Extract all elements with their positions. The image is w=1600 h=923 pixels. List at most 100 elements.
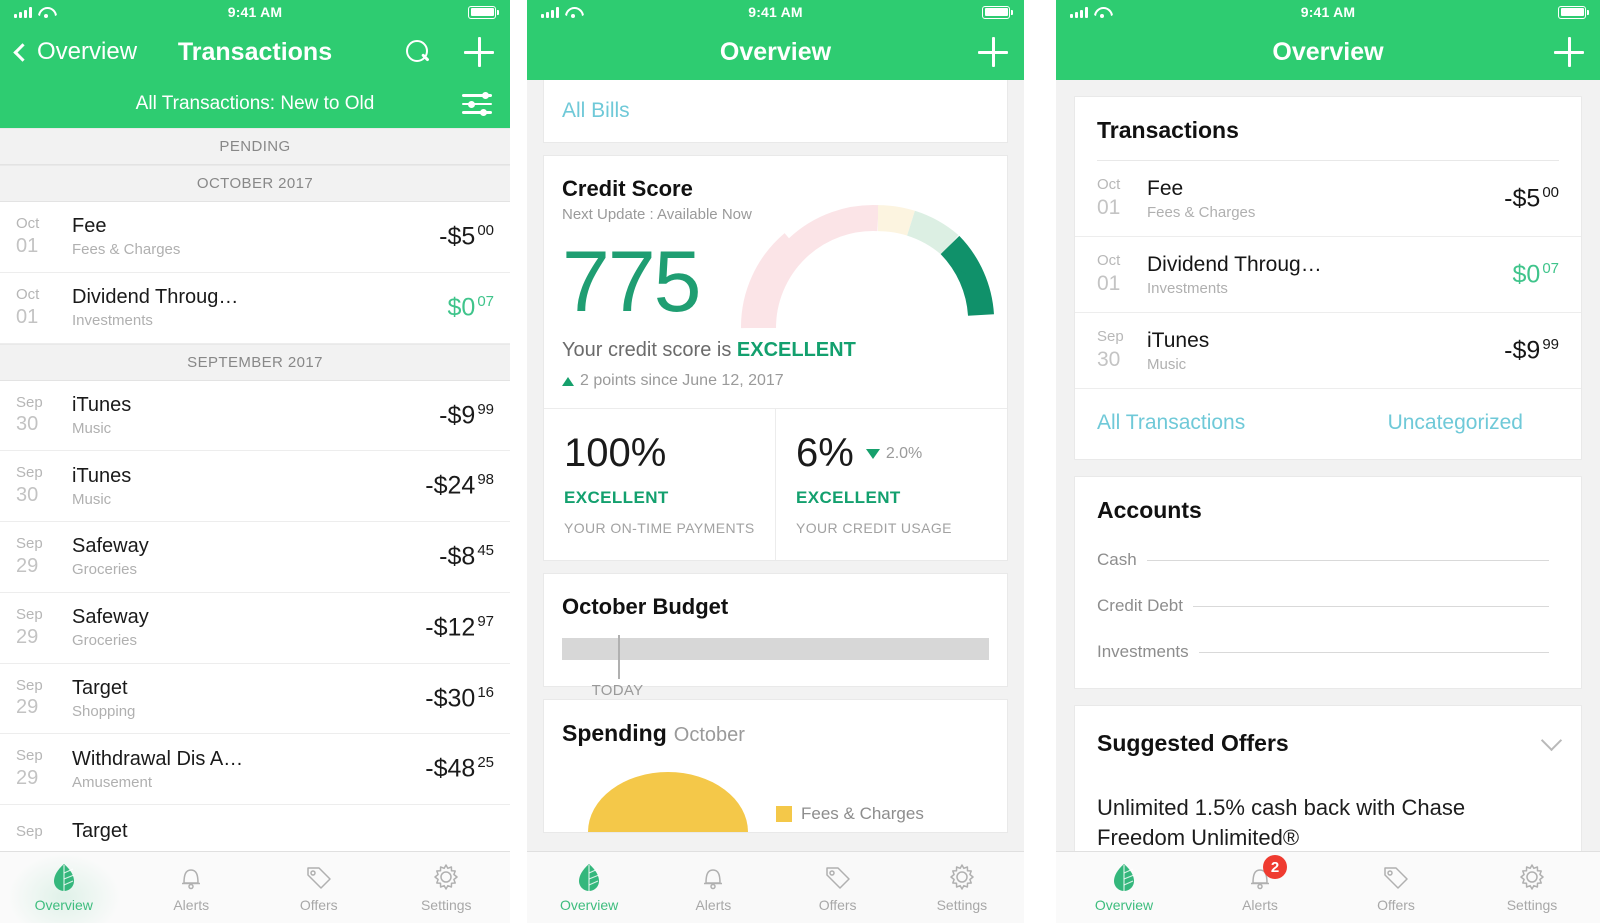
transaction-amount: -$9 99 bbox=[1504, 336, 1559, 365]
search-icon[interactable] bbox=[406, 40, 430, 64]
battery-full-icon bbox=[1558, 5, 1589, 19]
account-row-investments[interactable]: Investments bbox=[1075, 642, 1581, 662]
tab-bar-right[interactable]: Overview 2 Alerts Offers Settings bbox=[1056, 851, 1600, 923]
tab-offers[interactable]: Offers bbox=[776, 862, 900, 913]
all-bills-card[interactable]: All Bills bbox=[543, 80, 1008, 143]
amount-dollars: -$9 bbox=[1504, 336, 1541, 365]
date-month: Sep bbox=[16, 676, 43, 694]
table-row[interactable]: Oct 01 Dividend Throug… Investments $0 07 bbox=[0, 272, 510, 344]
table-row[interactable]: Oct 01 Fee Fees & Charges -$5 00 bbox=[1075, 161, 1581, 236]
amount-dollars: -$9 bbox=[439, 401, 476, 430]
october-budget-card[interactable]: October Budget TODAY bbox=[543, 573, 1008, 699]
page-title: Overview bbox=[719, 37, 832, 66]
plus-icon[interactable] bbox=[464, 37, 494, 67]
table-row[interactable]: Oct 01 Dividend Throug… Investments $0 07 bbox=[1075, 236, 1581, 312]
delta-text: 2 points since June 12, 2017 bbox=[580, 372, 784, 389]
transaction-date: Oct 01 bbox=[1097, 252, 1133, 297]
amount-dollars: -$12 bbox=[425, 613, 476, 642]
overview-scroll-mid[interactable]: All Bills Credit Score Next Update: Ava… bbox=[527, 80, 1024, 923]
status-bar-time: 9:41 AM bbox=[1300, 4, 1356, 20]
amount-cents: 07 bbox=[477, 292, 494, 310]
transaction-name: iTunes bbox=[72, 393, 132, 416]
bell-icon: 2 bbox=[1245, 855, 1287, 892]
transaction-amount: -$8 45 bbox=[439, 542, 494, 571]
tab-bar-mid[interactable]: Overview Alerts Offers Settings bbox=[527, 851, 1024, 923]
spending-card[interactable]: Spending October Fees & Charges bbox=[543, 699, 1008, 833]
date-day: 29 bbox=[16, 554, 39, 577]
tab-alerts[interactable]: Alerts bbox=[651, 862, 775, 913]
tab-label: Alerts bbox=[173, 897, 210, 913]
amount-dollars: -$30 bbox=[425, 684, 476, 713]
card-bottom-padding bbox=[1075, 662, 1581, 688]
transactions-card-links[interactable]: All Transactions Uncategorized bbox=[1075, 388, 1581, 459]
status-bar-time: 9:41 AM bbox=[227, 4, 283, 20]
tab-settings[interactable]: Settings bbox=[383, 862, 511, 913]
metric-top: 6% 2.0% bbox=[796, 431, 987, 476]
date-month: Oct bbox=[16, 285, 40, 303]
suggested-offers-card[interactable]: Suggested Offers Unlimited 1.5% cash bac… bbox=[1074, 705, 1582, 855]
amount-dollars: $0 bbox=[1512, 260, 1541, 289]
table-row[interactable]: Sep 30 iTunes Music -$9 99 bbox=[1075, 312, 1581, 388]
table-row[interactable]: Oct 01 Fee Fees & Charges -$5 00 bbox=[0, 202, 510, 273]
all-bills-link[interactable]: All Bills bbox=[544, 80, 1007, 142]
transaction-date: Oct 01 bbox=[16, 286, 54, 330]
link-uncategorized[interactable]: Uncategorized bbox=[1388, 411, 1523, 435]
transaction-amount: $0 07 bbox=[1513, 260, 1560, 289]
transaction-name: Dividend Throug… bbox=[72, 286, 239, 309]
account-row-credit-debt[interactable]: Credit Debt bbox=[1075, 596, 1581, 616]
credit-score-card[interactable]: Credit Score Next Update : Available Now… bbox=[543, 155, 1008, 561]
overview-scroll-right[interactable]: Transactions Oct 01 Fee Fees & Charges -… bbox=[1056, 80, 1600, 923]
tab-label: Offers bbox=[1377, 897, 1415, 913]
plus-icon[interactable] bbox=[978, 37, 1008, 67]
tab-settings[interactable]: Settings bbox=[1464, 862, 1600, 913]
tab-offers[interactable]: Offers bbox=[255, 862, 383, 913]
amount-dollars: -$5 bbox=[1504, 184, 1541, 213]
transactions-sort-bar[interactable]: All Transactions: New to Old bbox=[0, 80, 510, 128]
table-row[interactable]: Sep 29 Withdrawal Dis A… Amusement -$48 2… bbox=[0, 734, 510, 805]
page-title: Overview bbox=[1272, 37, 1384, 66]
metric-on-time-payments[interactable]: 100% EXCELLENT YOUR ON-TIME PAYMENTS bbox=[544, 409, 775, 560]
tab-overview[interactable]: Overview bbox=[1056, 862, 1192, 913]
account-row-cash[interactable]: Cash bbox=[1075, 550, 1581, 570]
tab-alerts[interactable]: 2 Alerts bbox=[1192, 855, 1328, 913]
chevron-down-icon[interactable] bbox=[1540, 729, 1563, 752]
tab-overview[interactable]: Overview bbox=[0, 854, 128, 923]
nav-actions bbox=[1554, 37, 1584, 67]
amount-dollars: -$5 bbox=[439, 222, 476, 251]
budget-bar-track bbox=[562, 638, 989, 660]
transaction-category: Groceries bbox=[72, 561, 138, 579]
link-all-transactions[interactable]: All Transactions bbox=[1097, 411, 1388, 435]
tab-alerts[interactable]: Alerts bbox=[128, 862, 256, 913]
chevron-left-icon bbox=[13, 42, 32, 62]
today-label: TODAY bbox=[591, 682, 644, 699]
table-row[interactable]: Sep 29 Safeway Groceries -$8 45 bbox=[0, 522, 510, 593]
table-row[interactable]: Sep 30 iTunes Music -$9 99 bbox=[0, 380, 510, 452]
phone-screen-transactions: 9:41 AM Overview Transactions All Transa… bbox=[0, 0, 510, 923]
table-row[interactable]: Sep 29 Target Shopping -$30 16 bbox=[0, 663, 510, 735]
transaction-category: Music bbox=[72, 490, 112, 508]
transaction-amount: -$48 25 bbox=[425, 754, 494, 783]
accounts-card[interactable]: Accounts Cash Credit Debt Investments bbox=[1074, 476, 1582, 689]
table-row[interactable]: Sep 30 iTunes Music -$24 98 bbox=[0, 451, 510, 522]
account-label: Credit Debt bbox=[1097, 596, 1183, 615]
back-button-overview[interactable]: Overview bbox=[13, 38, 137, 66]
metric-credit-usage[interactable]: 6% 2.0% EXCELLENT YOUR CREDIT USAGE bbox=[775, 409, 1007, 560]
amount-cents: 00 bbox=[477, 222, 494, 240]
transactions-card[interactable]: Transactions Oct 01 Fee Fees & Charges -… bbox=[1074, 96, 1582, 460]
transactions-list[interactable]: PENDING OCTOBER 2017 Oct 01 Fee Fees & C… bbox=[0, 128, 510, 862]
offers-header[interactable]: Suggested Offers bbox=[1075, 706, 1581, 757]
tab-bar-left[interactable]: Overview Alerts Offers Settings bbox=[0, 851, 510, 923]
plus-icon[interactable] bbox=[1554, 37, 1584, 67]
filter-sliders-icon[interactable] bbox=[462, 92, 492, 116]
date-day: 01 bbox=[1097, 271, 1121, 295]
tab-settings[interactable]: Settings bbox=[900, 862, 1024, 913]
transaction-category: Music bbox=[72, 419, 112, 437]
credit-score-content: Credit Score Next Update : Available Now… bbox=[544, 156, 1007, 408]
date-day: 30 bbox=[16, 484, 39, 506]
tab-overview[interactable]: Overview bbox=[527, 862, 651, 913]
date-month: Sep bbox=[16, 464, 43, 482]
table-row[interactable]: Sep 29 Safeway Groceries -$12 97 bbox=[0, 592, 510, 664]
tab-offers[interactable]: Offers bbox=[1328, 862, 1464, 913]
tab-label: Settings bbox=[420, 897, 472, 913]
transaction-date: Oct 01 bbox=[1097, 176, 1133, 221]
